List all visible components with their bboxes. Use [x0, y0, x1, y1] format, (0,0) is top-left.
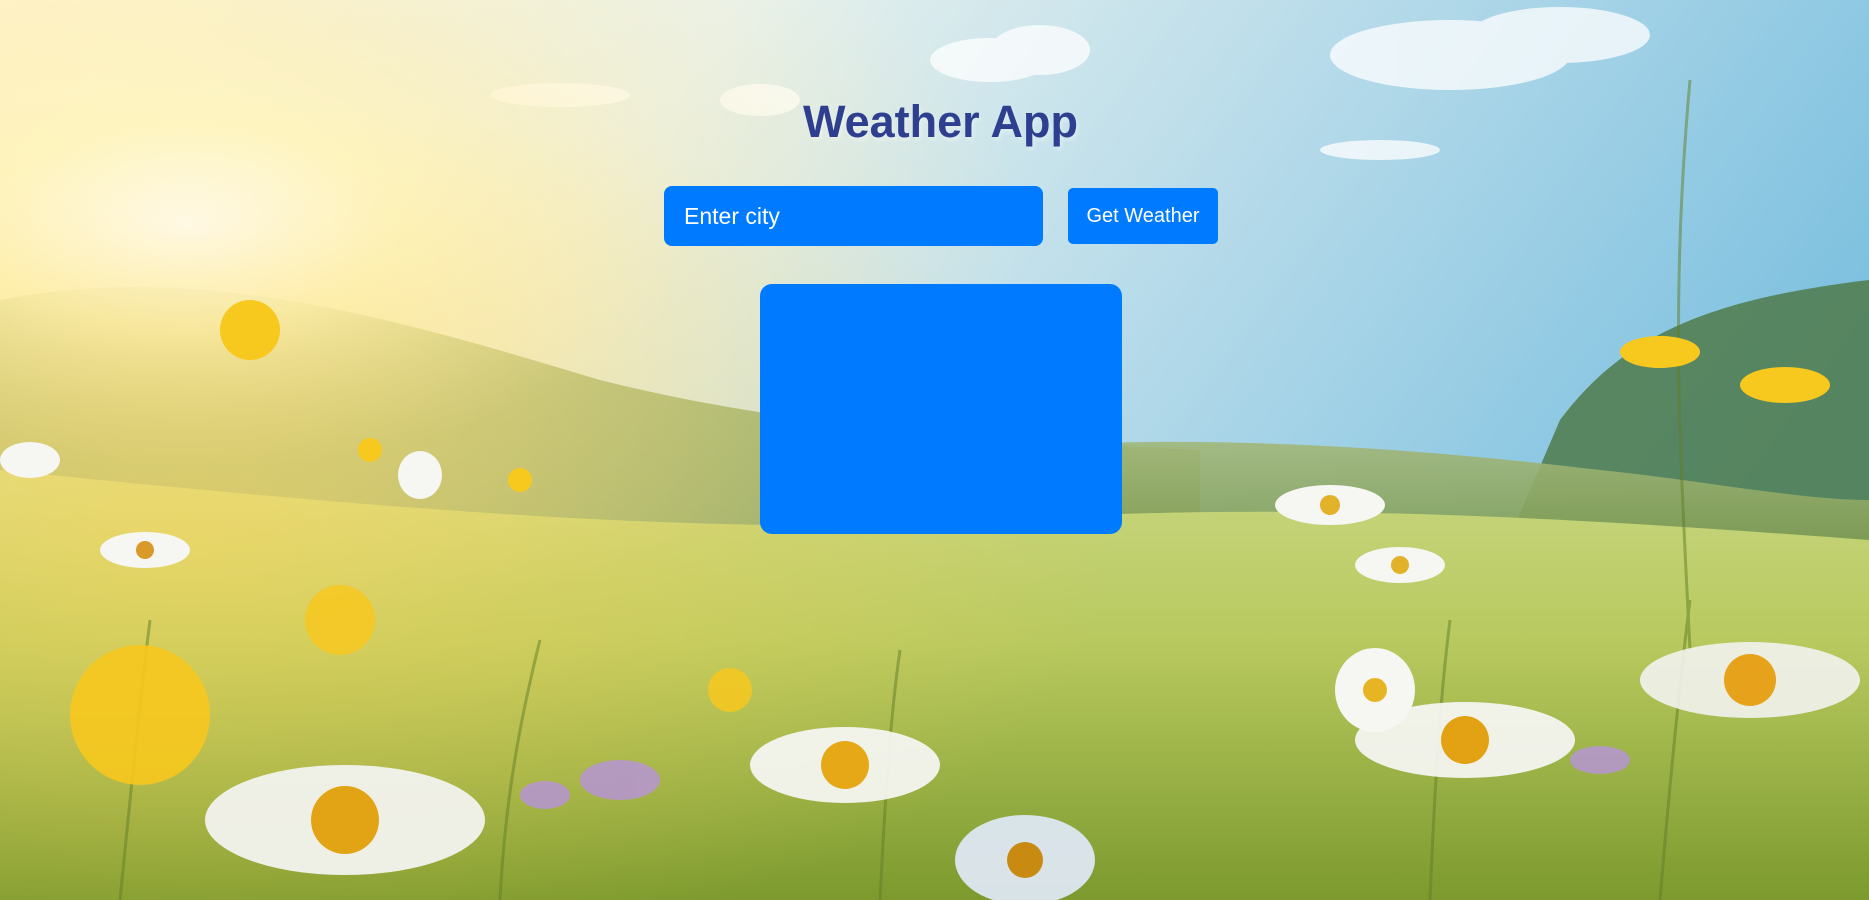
city-search-input[interactable]	[664, 186, 1043, 246]
page-title: Weather App	[802, 96, 1079, 147]
weather-app: Weather App Get Weather	[0, 0, 1869, 900]
weather-result-card	[760, 284, 1122, 534]
get-weather-button[interactable]: Get Weather	[1068, 188, 1218, 244]
